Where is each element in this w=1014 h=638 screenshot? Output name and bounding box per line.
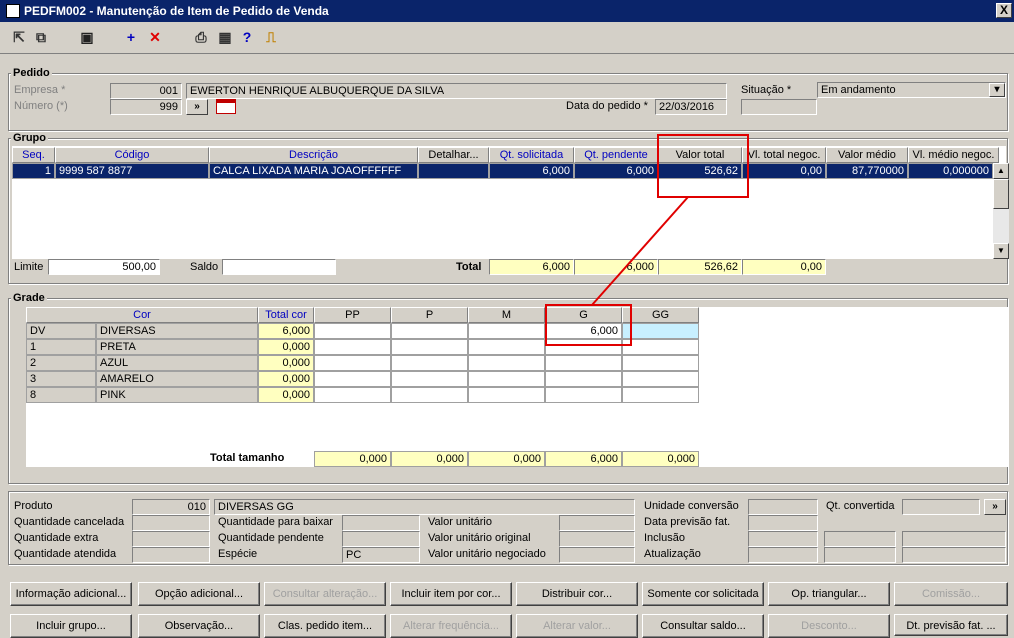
qtd-baixar-field bbox=[342, 515, 420, 531]
dt-previsao-fat-button[interactable]: Dt. previsão fat. ... bbox=[894, 614, 1008, 636]
atualizacao-user-field bbox=[824, 547, 896, 563]
data-previsao-field bbox=[748, 515, 818, 531]
op-triangular-button[interactable]: Op. triangular... bbox=[768, 582, 890, 606]
qtd-cancelada-label: Quantidade cancelada bbox=[14, 516, 125, 528]
comissao-button[interactable]: Comissão... bbox=[894, 582, 1008, 606]
valor-unitario-label: Valor unitário bbox=[428, 516, 492, 528]
alterar-frequencia-button[interactable]: Alterar frequência... bbox=[390, 614, 512, 638]
consultar-alteracao-button[interactable]: Consultar alteração... bbox=[264, 582, 386, 606]
valor-unit-original-label: Valor unitário original bbox=[428, 532, 531, 544]
observacao-button[interactable]: Observação... bbox=[138, 614, 260, 638]
consultar-saldo-button[interactable]: Consultar saldo... bbox=[642, 614, 764, 638]
incluir-grupo-button[interactable]: Incluir grupo... bbox=[10, 614, 132, 638]
incluir-item-por-cor-button[interactable]: Incluir item por cor... bbox=[390, 582, 512, 606]
qtd-pendente-field bbox=[342, 531, 420, 547]
qtd-cancelada-field bbox=[132, 515, 210, 531]
unidade-conversao-field bbox=[748, 499, 818, 515]
inclusao-extra-field bbox=[902, 531, 1006, 547]
alterar-valor-button[interactable]: Alterar valor... bbox=[516, 614, 638, 638]
data-previsao-label: Data previsão fat. bbox=[644, 516, 731, 528]
valor-unit-negociado-field bbox=[559, 547, 635, 563]
qt-convertida-label: Qt. convertida bbox=[826, 500, 895, 512]
inclusao-user-field bbox=[824, 531, 896, 547]
informacao-adicional-button[interactable]: Informação adicional... bbox=[10, 582, 132, 606]
somente-cor-solicitada-button[interactable]: Somente cor solicitada bbox=[642, 582, 764, 606]
distribuir-cor-button[interactable]: Distribuir cor... bbox=[516, 582, 638, 606]
valor-unit-negociado-label: Valor unitário negociado bbox=[428, 548, 546, 560]
especie-label: Espécie bbox=[218, 548, 258, 560]
valor-unitario-field bbox=[559, 515, 635, 531]
inclusao-label: Inclusão bbox=[644, 532, 685, 544]
desconto-button[interactable]: Desconto... bbox=[768, 614, 890, 638]
qtd-extra-label: Quantidade extra bbox=[14, 532, 99, 544]
especie-field: PC bbox=[342, 547, 420, 563]
qtd-pendente-label: Quantidade pendente bbox=[218, 532, 324, 544]
atualizacao-date-field bbox=[748, 547, 818, 563]
qtd-baixar-label: Quantidade para baixar bbox=[218, 516, 333, 528]
qtd-atendida-field bbox=[132, 547, 210, 563]
produto-label: Produto bbox=[14, 500, 53, 512]
atualizacao-extra-field bbox=[902, 547, 1006, 563]
atualizacao-label: Atualização bbox=[644, 548, 701, 560]
unidade-conversao-label: Unidade conversão bbox=[644, 500, 739, 512]
qtd-extra-field bbox=[132, 531, 210, 547]
produto-code-field: 010 bbox=[132, 499, 210, 515]
clas-pedido-item-button[interactable]: Clas. pedido item... bbox=[264, 614, 386, 638]
produto-desc-field: DIVERSAS GG bbox=[214, 499, 635, 515]
valor-unit-original-field bbox=[559, 531, 635, 547]
qtd-atendida-label: Quantidade atendida bbox=[14, 548, 117, 560]
qt-convertida-go-button[interactable]: » bbox=[984, 499, 1006, 515]
qt-convertida-field bbox=[902, 499, 980, 515]
inclusao-date-field bbox=[748, 531, 818, 547]
opcao-adicional-button[interactable]: Opção adicional... bbox=[138, 582, 260, 606]
